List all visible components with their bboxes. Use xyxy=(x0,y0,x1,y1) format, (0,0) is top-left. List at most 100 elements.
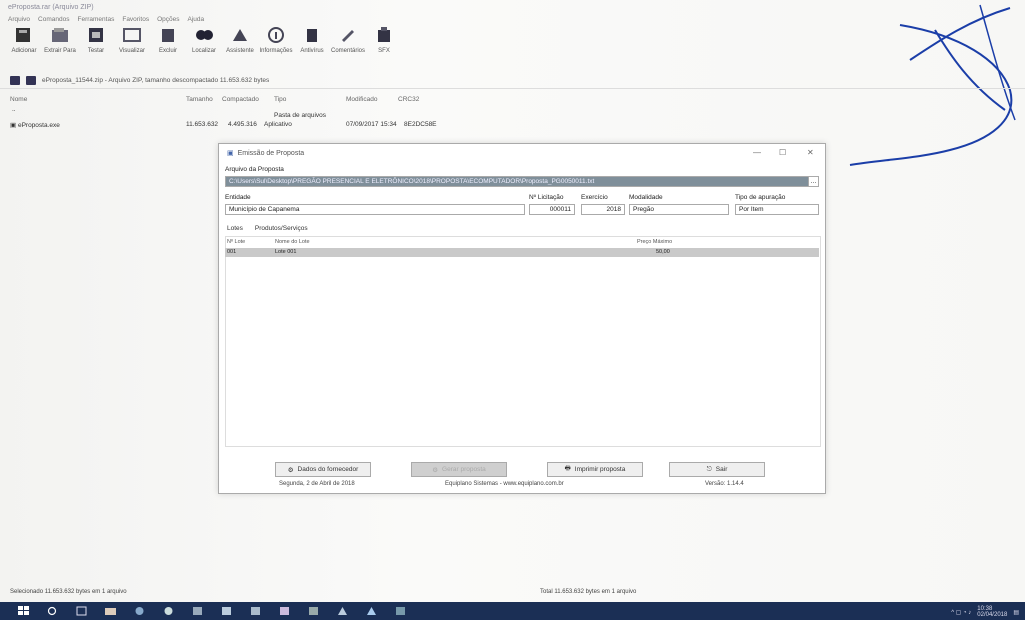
handwritten-signature xyxy=(849,4,1016,166)
sfx-icon xyxy=(378,27,390,42)
menu-comandos[interactable]: Comandos xyxy=(38,16,69,23)
toolbar: Adicionar Extrair Para Testar Visualizar… xyxy=(6,26,402,68)
modalidade-label: Modalidade xyxy=(629,194,663,201)
file-packed: 4.495.316 xyxy=(228,121,257,128)
menu-ajuda[interactable]: Ajuda xyxy=(187,16,204,23)
print-proposal-button[interactable]: 🖶 Imprimir proposta xyxy=(547,462,643,477)
file-crc: 8E2DC58E xyxy=(404,121,437,128)
sfx-button[interactable]: SFX xyxy=(366,26,402,54)
dialog-titlebar: ▣ Emissão de Proposta xyxy=(219,144,825,162)
add-button[interactable]: Adicionar xyxy=(6,26,42,54)
taskbar: ^ ▢ ◔ ♪ 10:38 02/04/2018 ▤ xyxy=(0,602,1025,620)
up-folder-icon[interactable] xyxy=(10,76,20,85)
tab-lotes[interactable]: Lotes xyxy=(225,225,245,232)
app-icon-5[interactable] xyxy=(395,606,406,616)
column-packed[interactable]: Compactado xyxy=(222,96,259,103)
comment-button[interactable]: Comentários xyxy=(330,26,366,54)
lote-num: 001 xyxy=(227,249,237,255)
supplier-icon: ⚙ xyxy=(287,466,294,474)
clock[interactable]: 10:38 02/04/2018 xyxy=(977,606,1007,618)
status-right: Total 11.653.632 bytes em 1 arquivo xyxy=(540,589,637,595)
app-icon-1[interactable] xyxy=(221,606,232,616)
delete-icon xyxy=(162,29,174,42)
entidade-field[interactable]: Município de Capanema xyxy=(225,204,525,215)
minimize-icon[interactable]: — xyxy=(753,148,761,157)
modalidade-field[interactable]: Pregão xyxy=(629,204,729,215)
test-button[interactable]: Testar xyxy=(78,26,114,54)
lote-name: Lote 001 xyxy=(275,249,297,255)
file-row-exe[interactable]: ▣ eProposta.exe xyxy=(10,121,60,129)
lotes-panel xyxy=(225,236,821,447)
find-icon xyxy=(196,30,213,40)
info-button[interactable]: Informações xyxy=(258,26,294,54)
arquivo-field[interactable]: C:\Users\Sul\Desktop\PREGÃO PRESENCIAL E… xyxy=(225,176,815,187)
address-bar: eProposta_11544.zip - Arquivo ZIP, taman… xyxy=(10,76,269,85)
col-lote-num: Nº Lote xyxy=(227,239,246,245)
print-icon: 🖶 xyxy=(564,465,571,472)
supplier-data-button[interactable]: ⚙ Dados do fornecedor xyxy=(275,462,371,477)
column-type[interactable]: Tipo xyxy=(274,96,286,103)
windows-start-icon[interactable] xyxy=(18,606,29,616)
column-modified[interactable]: Modificado xyxy=(346,96,377,103)
lote-row[interactable] xyxy=(225,248,819,257)
task-view-icon[interactable] xyxy=(76,606,87,616)
antivirus-icon xyxy=(307,29,317,42)
file-row-parent-type: Pasta de arquivos xyxy=(274,112,327,119)
find-button[interactable]: Localizar xyxy=(186,26,222,54)
maximize-icon[interactable]: ☐ xyxy=(779,148,786,157)
apuracao-label: Tipo de apuração xyxy=(735,194,786,201)
app-icon-3[interactable] xyxy=(337,606,348,616)
wizard-button[interactable]: Assistente xyxy=(222,26,258,54)
browser-icon[interactable] xyxy=(134,606,145,616)
licitacao-field[interactable]: 000011 xyxy=(529,204,575,215)
winrar-icon[interactable] xyxy=(279,606,290,616)
column-name[interactable]: Nome xyxy=(10,96,27,103)
app-icon-2[interactable] xyxy=(308,606,319,616)
address-text: eProposta_11544.zip - Arquivo ZIP, taman… xyxy=(42,77,270,84)
status-company: Equiplano Sistemas - www.equiplano.com.b… xyxy=(445,481,564,487)
chrome-icon[interactable] xyxy=(163,606,174,616)
tray-icons[interactable]: ^ ▢ ◔ ♪ xyxy=(951,609,971,616)
app-icon-4[interactable] xyxy=(366,606,377,616)
exercicio-label: Exercício xyxy=(581,194,608,201)
status-left: Selecionado 11.653.632 bytes em 1 arquiv… xyxy=(10,589,127,595)
explorer-icon[interactable] xyxy=(105,606,116,616)
view-icon xyxy=(123,28,141,42)
dialog-app-icon: ▣ xyxy=(227,150,234,157)
apuracao-field[interactable]: Por Item xyxy=(735,204,819,215)
browse-button[interactable]: … xyxy=(808,176,819,187)
menu-arquivo[interactable]: Arquivo xyxy=(8,16,30,23)
column-crc[interactable]: CRC32 xyxy=(398,96,419,103)
delete-button[interactable]: Excluir xyxy=(150,26,186,54)
close-icon[interactable]: ✕ xyxy=(807,148,814,157)
comment-icon xyxy=(342,30,354,42)
notifications-icon[interactable]: ▤ xyxy=(1013,609,1019,616)
search-icon[interactable] xyxy=(47,606,58,616)
antivirus-button[interactable]: Antivírus xyxy=(294,26,330,54)
exit-button[interactable]: ⎋ Sair xyxy=(669,462,765,477)
column-size[interactable]: Tamanho xyxy=(186,96,213,103)
status-version: Versão: 1.14.4 xyxy=(705,481,744,487)
add-icon xyxy=(16,28,30,42)
divider xyxy=(0,88,1025,89)
file-row-parent[interactable]: .. xyxy=(12,106,16,113)
dialog-title: Emissão de Proposta xyxy=(237,149,305,157)
lote-price: 50,00 xyxy=(656,249,670,255)
menu-favoritos[interactable]: Favoritos xyxy=(122,16,149,23)
generate-icon: ⚙ xyxy=(432,466,439,474)
generate-proposal-button: ⚙ Gerar proposta xyxy=(411,462,507,477)
status-date: Segunda, 2 de Abril de 2018 xyxy=(279,481,355,487)
exit-icon: ⎋ xyxy=(706,465,712,473)
extract-button[interactable]: Extrair Para xyxy=(42,26,78,54)
exercicio-field[interactable]: 2018 xyxy=(581,204,625,215)
proposal-dialog: ▣ Emissão de Proposta — ☐ ✕ Arquivo da Pr… xyxy=(218,143,826,494)
word-icon[interactable] xyxy=(192,606,203,616)
menu-ferramentas[interactable]: Ferramentas xyxy=(77,16,114,23)
menu-opcoes[interactable]: Opções xyxy=(157,16,179,23)
excel-icon[interactable] xyxy=(250,606,261,616)
tab-produtos[interactable]: Produtos/Serviços xyxy=(253,225,310,232)
view-button[interactable]: Visualizar xyxy=(114,26,150,54)
file-size: 11.653.632 xyxy=(186,121,219,128)
arquivo-label: Arquivo da Proposta xyxy=(225,166,284,173)
entidade-label: Entidade xyxy=(225,194,251,201)
